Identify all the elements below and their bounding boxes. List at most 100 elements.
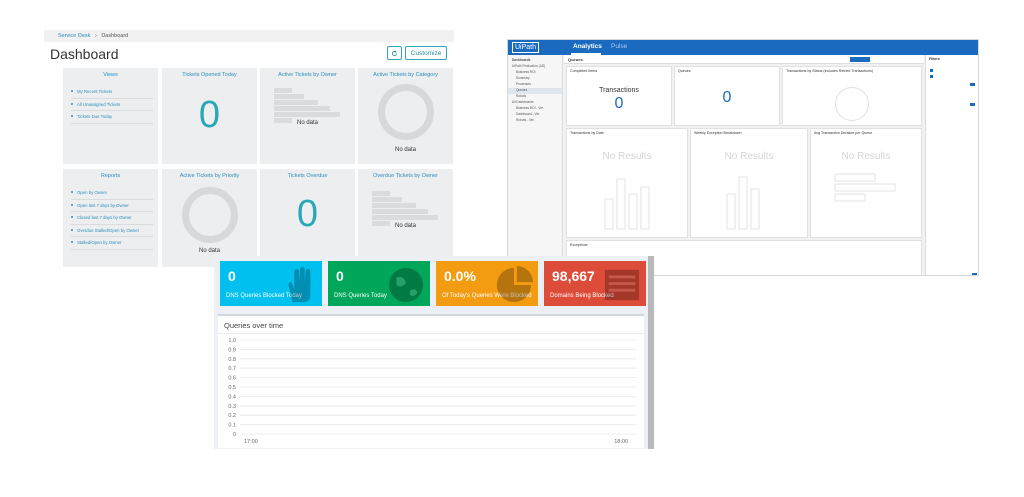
filter-toggle[interactable] — [970, 83, 975, 86]
placeholder-donut — [378, 84, 434, 140]
y-tick-label: 0 — [233, 432, 236, 438]
scrollbar[interactable] — [648, 256, 654, 449]
refresh-icon — [391, 50, 398, 56]
y-tick-label: 0.8 — [228, 357, 236, 363]
reports-card: Reports Open by Owner Open last 7 days b… — [63, 169, 158, 267]
stat-value: 0.0% — [444, 268, 476, 284]
globe-icon — [388, 267, 424, 303]
no-data-text: No data — [394, 223, 416, 229]
queues-tile: Queues 0 — [674, 66, 780, 126]
reports-item-closed-7-days[interactable]: Closed last 7 days by Owner — [71, 212, 153, 225]
breadcrumb-current: Dashboard — [101, 33, 129, 39]
filter-checkbox[interactable] — [930, 69, 933, 72]
placeholder-bar — [274, 88, 292, 93]
placeholder-bars — [726, 176, 760, 230]
chart-title: Queries over time — [224, 321, 284, 330]
tickets-overdue-title: Tickets Overdue — [287, 173, 328, 179]
views-title: Views — [103, 72, 118, 78]
stat-value: 98,667 — [552, 268, 595, 284]
y-tick-label: 0.9 — [228, 347, 236, 353]
stat-box-domains-blocked: 98,667 Domains Being Blocked — [544, 261, 646, 306]
pihole-panel: 0 DNS Queries Blocked Today 0 DNS Querie… — [214, 256, 654, 449]
sidebar-item[interactable]: Robots - Ver. — [508, 118, 562, 124]
y-tick-label: 0.7 — [228, 366, 236, 372]
y-tick-label: 1.0 — [228, 338, 236, 344]
stat-value: 0 — [336, 268, 344, 284]
views-card: Views My Recent Tickets All Unassigned T… — [63, 68, 158, 164]
tile-title: Exceptions — [570, 243, 588, 247]
overdue-by-owner-title: Overdue Tickets by Owner — [373, 173, 438, 179]
stat-value: 0 — [228, 268, 236, 284]
placeholder-bar — [372, 203, 416, 208]
stat-box-queries-today: 0 DNS Queries Today — [328, 261, 430, 306]
sidebar-title: Dashboards — [512, 58, 531, 62]
reports-list: Open by Owner Open last 7 days by Owner … — [71, 187, 153, 250]
reports-item-overdue-stalled[interactable]: Overdue Stalled/Open by Owner — [71, 225, 153, 237]
customize-button[interactable]: Customize — [405, 46, 447, 60]
active-by-owner-card: Active Tickets by Owner No data — [260, 68, 355, 164]
placeholder-bar — [372, 209, 428, 214]
views-item-due-today[interactable]: Tickets Due Today — [71, 111, 153, 124]
pie-icon — [496, 266, 533, 303]
filter-toggle[interactable] — [970, 103, 975, 106]
active-by-priority-card: Active Tickets by Priority No data — [162, 169, 257, 267]
x-tick-label: 18:00 — [614, 439, 628, 445]
y-tick-label: 0.2 — [228, 413, 236, 419]
tickets-opened-today-title: Tickets Opened Today — [182, 72, 237, 78]
reports-item-open-7-days[interactable]: Open last 7 days by Owner — [71, 200, 153, 212]
filter-checkbox[interactable] — [930, 75, 933, 78]
no-data-text: No data — [296, 120, 318, 126]
views-item-all-unassigned[interactable]: All Unassigned Tickets — [71, 99, 153, 111]
queries-over-time-chart: Queries over time 1.0 0.9 0.8 0.7 0.6 0.5 0.4 0… — [218, 314, 644, 448]
active-by-priority-title: Active Tickets by Priority — [179, 173, 240, 179]
tickets-opened-today-card: Tickets Opened Today 0 — [162, 68, 257, 164]
share-button[interactable] — [850, 57, 870, 62]
transactions-by-status-tile: Transactions by Status (includes Retried… — [782, 66, 922, 126]
breadcrumb-service-desk[interactable]: Service Desk — [58, 33, 90, 39]
y-tick-label: 0.6 — [228, 376, 236, 382]
transactions-value: 0 — [614, 95, 624, 112]
placeholder-bar — [274, 106, 330, 111]
tile-title: Completed Items — [570, 69, 598, 73]
uipath-top-bar: UiPath Analytics Pulse — [508, 40, 978, 55]
placeholder-hbars — [834, 173, 896, 202]
active-by-category-title: Active Tickets by Category — [373, 72, 438, 78]
uipath-logo[interactable]: UiPath — [512, 42, 540, 53]
views-item-my-recent[interactable]: My Recent Tickets — [71, 86, 153, 99]
weekly-exception-tile: Weekly Exception Breakdown No Results — [690, 128, 808, 238]
tab-pulse[interactable]: Pulse — [611, 43, 627, 50]
refresh-button[interactable] — [387, 46, 402, 60]
transactions-label: Transactions — [599, 87, 639, 94]
y-tick-label: 0.3 — [228, 404, 236, 410]
y-tick-label: 0.4 — [228, 394, 236, 400]
views-list: My Recent Tickets All Unassigned Tickets… — [71, 86, 153, 124]
active-by-category-card: Active Tickets by Category No data — [358, 68, 453, 164]
tile-title: Queues — [678, 69, 691, 73]
filters-title: Filters — [929, 57, 940, 61]
stat-box-blocked-today: 0 DNS Queries Blocked Today — [220, 261, 322, 306]
dashboard-name: Queues — [568, 57, 583, 62]
placeholder-bar — [274, 112, 340, 117]
placeholder-pie — [835, 87, 869, 121]
tile-title: Transactions by Status (includes Retried… — [786, 69, 873, 73]
list-icon — [604, 269, 640, 301]
tickets-overdue-value: 0 — [296, 193, 319, 235]
stat-box-percent-blocked: 0.0% Of Today's Queries Were Blocked — [436, 261, 538, 306]
dashboards-sidebar: Dashboards UiPath Production (1/8) Busin… — [508, 55, 563, 275]
avg-duration-tile: Avg Transaction Duration per Queue No Re… — [810, 128, 922, 238]
tab-analytics[interactable]: Analytics — [573, 43, 602, 50]
y-tick-label: 0.5 — [228, 385, 236, 391]
tile-title: Transactions by Date — [570, 131, 604, 135]
reports-item-open-by-owner[interactable]: Open by Owner — [71, 187, 153, 200]
tickets-overdue-card: Tickets Overdue 0 — [260, 169, 355, 267]
placeholder-bar — [372, 191, 390, 196]
dashboard-toolbar: Queues — [564, 55, 924, 64]
tile-title: Weekly Exception Breakdown — [694, 131, 742, 135]
reports-item-stalled-open[interactable]: Stalled/Open by Owner — [71, 237, 153, 250]
tickets-opened-today-value: 0 — [198, 94, 221, 136]
transactions-by-date-tile: Transactions by Date No Results — [566, 128, 688, 238]
filter-toggle[interactable] — [972, 273, 977, 275]
no-data-text: No data — [394, 147, 416, 153]
placeholder-donut — [182, 187, 238, 243]
hand-icon — [288, 266, 311, 303]
